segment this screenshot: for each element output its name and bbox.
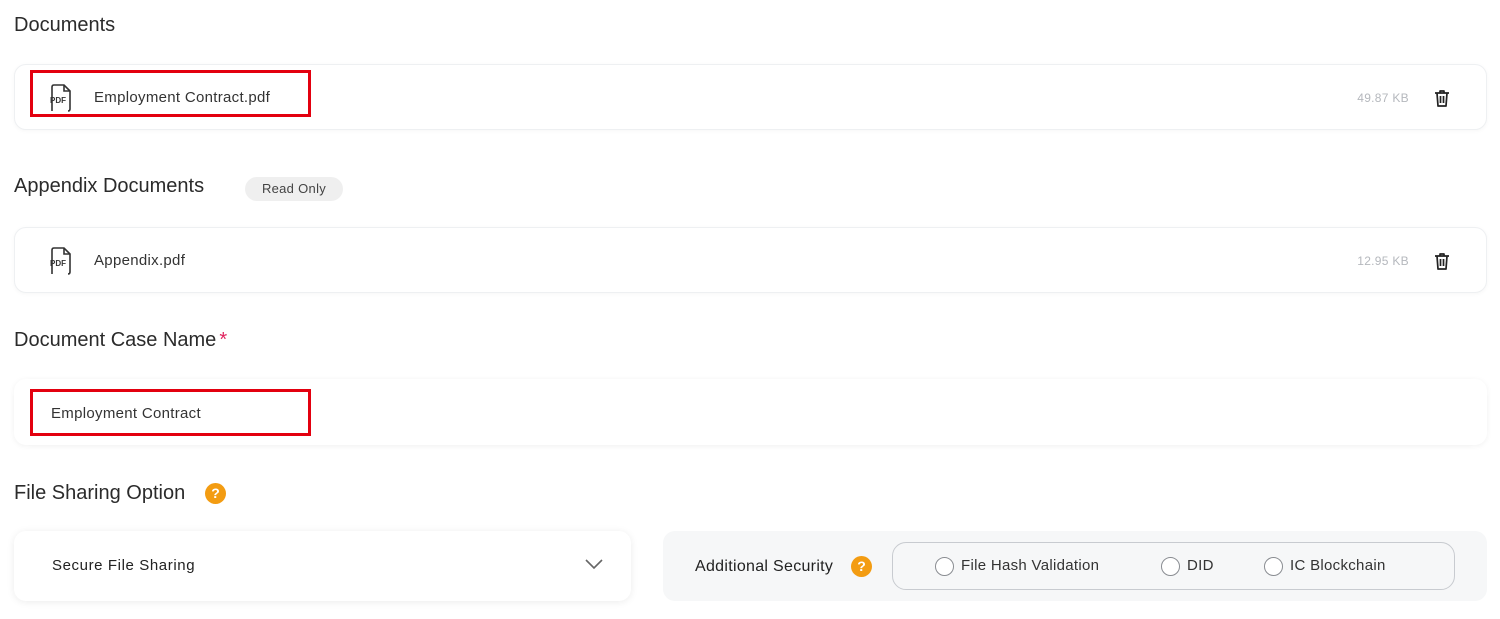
file-sharing-selected: Secure File Sharing <box>52 557 196 574</box>
document-file-size: 49.87 KB <box>1357 91 1409 105</box>
appendix-file-size: 12.95 KB <box>1357 254 1409 268</box>
document-file-card[interactable]: PDF Employment Contract.pdf 49.87 KB <box>14 64 1487 130</box>
document-file-name: Employment Contract.pdf <box>94 89 271 106</box>
option-did[interactable]: DID <box>1161 556 1221 578</box>
security-options-group: File Hash Validation DID IC Blockchain <box>892 542 1455 590</box>
option-ic-blockchain[interactable]: IC Blockchain <box>1264 556 1404 578</box>
case-name-input[interactable] <box>51 401 751 425</box>
required-asterisk: * <box>219 329 228 351</box>
radio-button[interactable] <box>1161 557 1180 576</box>
additional-security-label: Additional Security <box>695 558 834 575</box>
case-name-label-text: Document Case Name <box>14 329 217 351</box>
read-only-badge: Read Only <box>245 177 343 201</box>
radio-button[interactable] <box>1264 557 1283 576</box>
help-icon[interactable]: ? <box>205 483 226 504</box>
pdf-icon: PDF <box>50 247 71 275</box>
trash-icon[interactable] <box>1432 88 1452 108</box>
appendix-title: Appendix Documents <box>14 175 205 197</box>
pdf-icon: PDF <box>50 84 71 112</box>
file-sharing-select[interactable]: Secure File Sharing <box>14 531 631 601</box>
svg-text:PDF: PDF <box>50 259 66 268</box>
help-icon[interactable]: ? <box>851 556 872 577</box>
documents-title: Documents <box>14 14 116 36</box>
case-name-label: Document Case Name * <box>14 329 227 352</box>
case-name-field[interactable] <box>14 379 1487 445</box>
appendix-file-card[interactable]: PDF Appendix.pdf 12.95 KB <box>14 227 1487 293</box>
file-sharing-title: File Sharing Option <box>14 482 186 504</box>
option-label: DID <box>1187 557 1214 574</box>
option-file-hash-validation[interactable]: File Hash Validation <box>935 556 1115 578</box>
svg-text:PDF: PDF <box>50 96 66 105</box>
radio-button[interactable] <box>935 557 954 576</box>
chevron-down-icon <box>585 559 603 570</box>
option-label: IC Blockchain <box>1290 557 1386 574</box>
additional-security-panel: Additional Security ? File Hash Validati… <box>663 531 1487 601</box>
trash-icon[interactable] <box>1432 251 1452 271</box>
option-label: File Hash Validation <box>961 557 1100 574</box>
appendix-file-name: Appendix.pdf <box>94 252 186 269</box>
